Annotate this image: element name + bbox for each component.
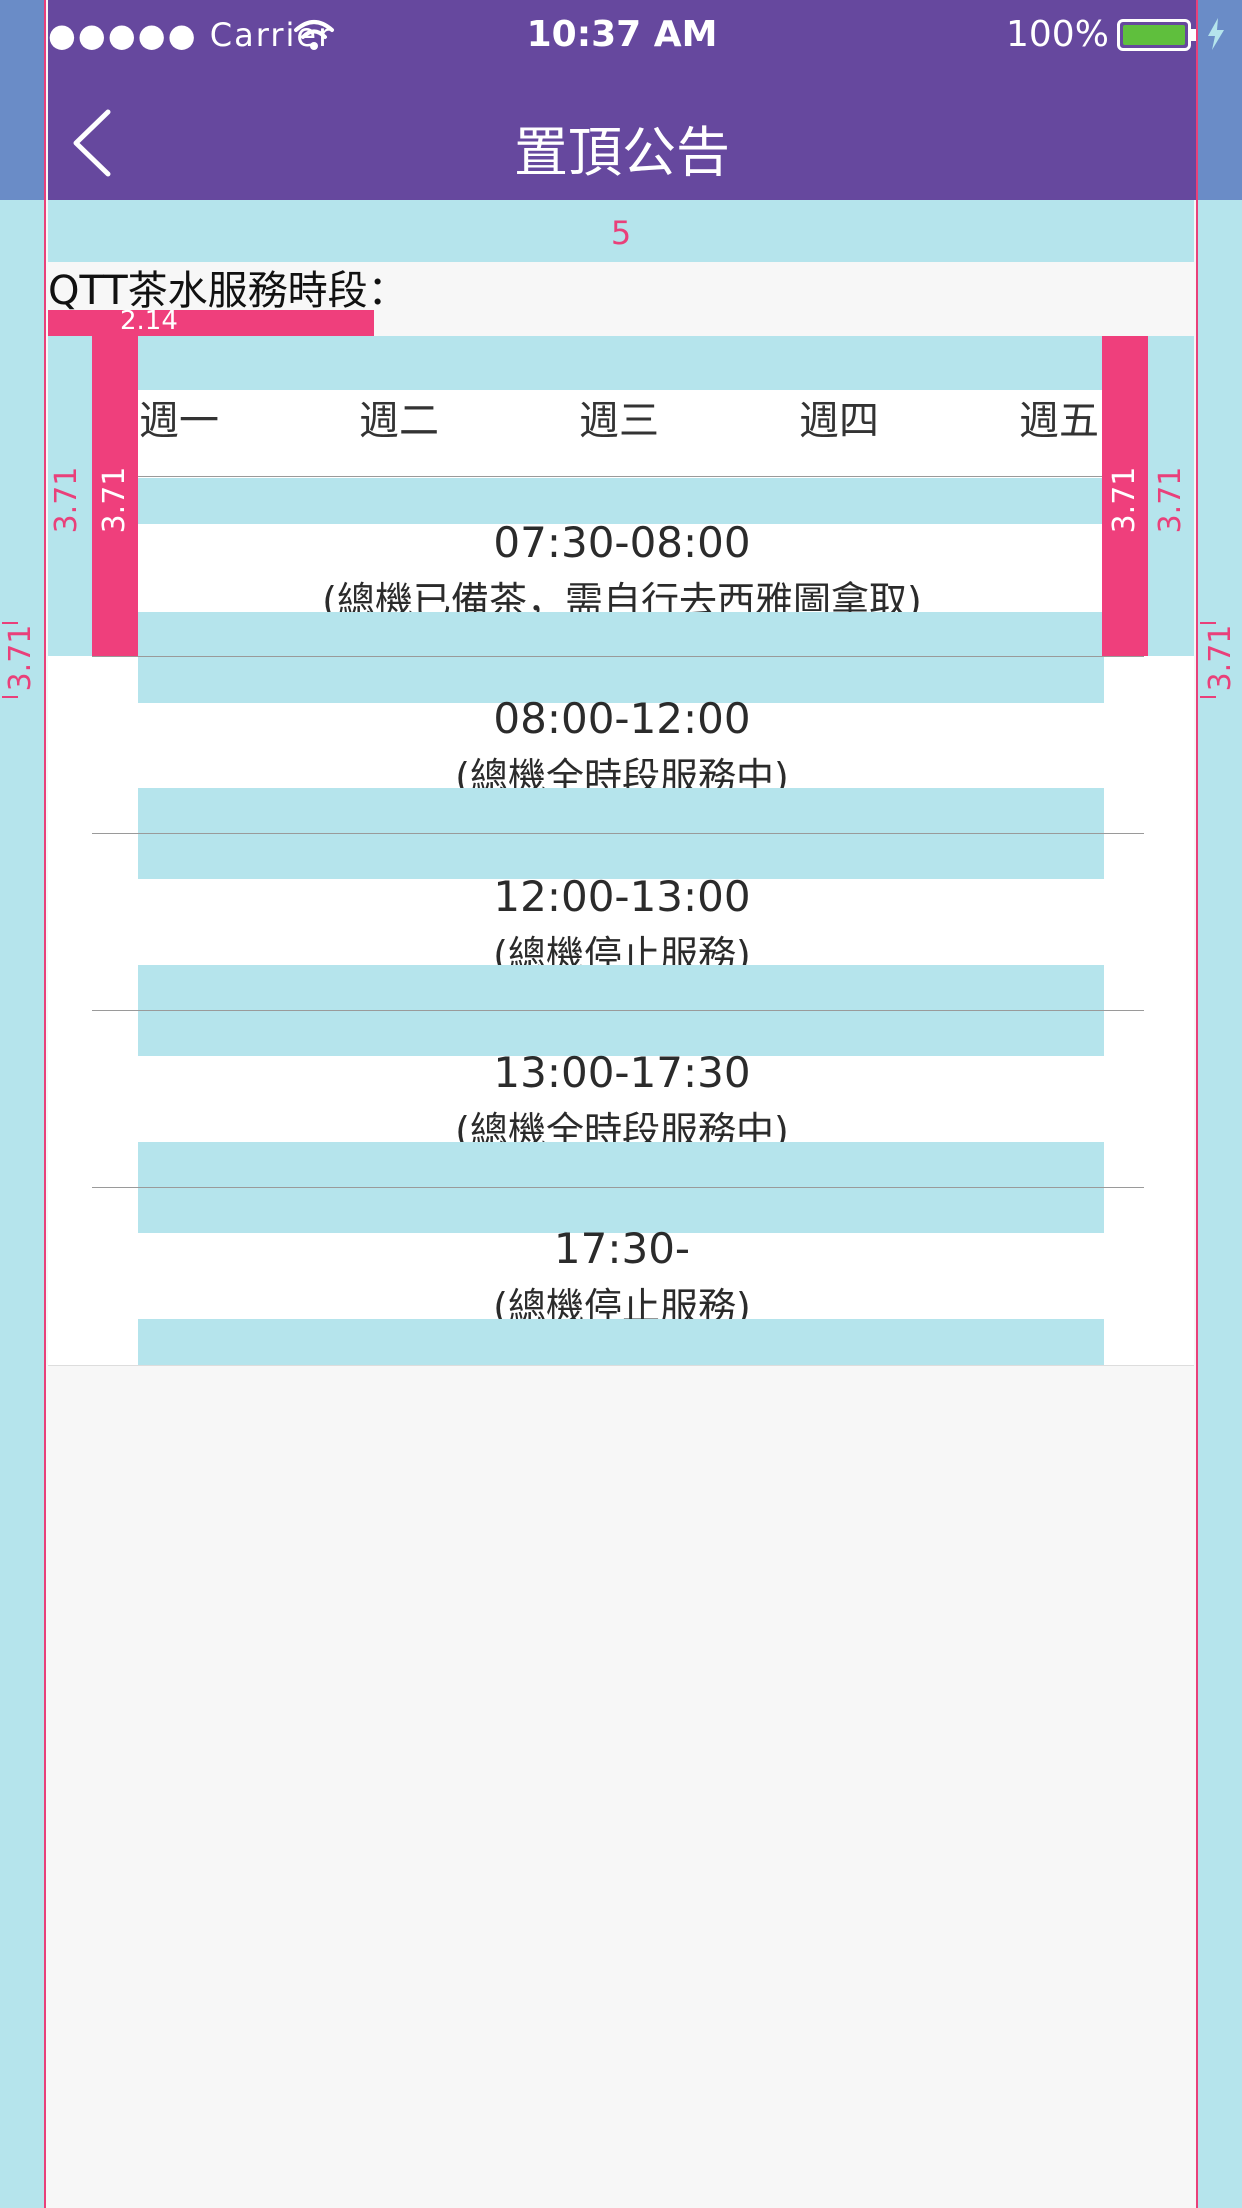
battery-nub <box>1191 29 1196 41</box>
section-title: QTT茶水服務時段： <box>48 268 408 314</box>
title-width-marker <box>48 310 374 336</box>
slot-1-bottom-band <box>138 612 1102 656</box>
slot-4-time: 13:00-17:30 <box>493 1048 751 1097</box>
slot-3-bottom-band <box>138 965 1104 1010</box>
page-title: 置頂公告 <box>514 121 730 184</box>
day-label-tue: 週二 <box>359 398 439 444</box>
right-guide-column <box>1196 200 1242 2208</box>
slot-2-time: 08:00-12:00 <box>493 694 751 743</box>
slot-5-time: 17:30- <box>553 1224 691 1273</box>
battery-level <box>1123 25 1185 45</box>
day-label-mon: 週一 <box>139 398 219 444</box>
right-guide-label: 3.71 <box>1203 624 1238 692</box>
left-guide-column <box>0 200 46 2208</box>
days-top-band <box>92 336 1148 390</box>
day-label-fri: 週五 <box>1019 398 1099 444</box>
charging-bolt-icon <box>1208 18 1224 50</box>
left-guide-top <box>0 0 46 200</box>
slot-4-bottom-band <box>138 1142 1104 1187</box>
title-width-label: 2.14 <box>120 306 178 336</box>
battery-icon <box>1117 19 1191 51</box>
slot-2-bottom-band <box>138 788 1104 833</box>
days-divider <box>138 476 1102 477</box>
slot-5-bottom-band <box>138 1319 1104 1365</box>
slot-1-time: 07:30-08:00 <box>493 518 751 567</box>
panel-bottom-divider <box>48 1365 1194 1366</box>
slot-3-time: 12:00-13:00 <box>493 872 751 921</box>
day-label-wed: 週三 <box>579 398 659 444</box>
battery-percent: 100% <box>1006 14 1109 55</box>
left-guide-label: 3.71 <box>3 624 38 692</box>
top-spacing-label: 5 <box>610 214 632 252</box>
nav-header: ●●●●● Carrier 10:37 AM 100% 置頂公告 <box>48 0 1196 200</box>
day-label-thu: 週四 <box>799 398 879 444</box>
